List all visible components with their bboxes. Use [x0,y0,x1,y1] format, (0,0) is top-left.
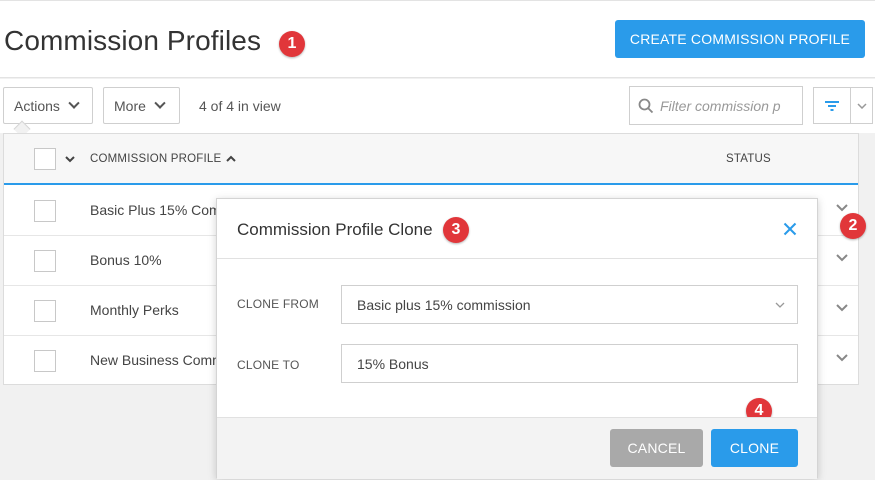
modal-header: Commission Profile Clone 3 [217,199,817,259]
clone-button[interactable]: CLONE [711,429,798,467]
search-input[interactable] [660,97,790,114]
cancel-button[interactable]: CANCEL [610,429,703,467]
row-checkbox[interactable] [34,250,56,272]
filter-button[interactable] [814,88,851,123]
profile-name: Monthly Perks [90,302,179,318]
modal-title: Commission Profile Clone [237,220,433,239]
chevron-down-icon[interactable] [836,354,848,362]
actions-label: Actions [14,97,60,114]
filter-button-group [813,87,873,124]
filter-options-toggle[interactable] [851,88,872,123]
clone-to-label: CLONE TO [237,358,300,372]
chevron-down-icon [68,97,80,109]
table-header: COMMISSION PROFILE STATUS [4,134,858,185]
modal-footer: CANCEL CLONE [217,417,817,479]
clone-modal: Commission Profile Clone 3 CLONE FROM Ba… [216,198,818,479]
search-box[interactable] [629,86,803,125]
close-icon[interactable] [783,222,797,236]
create-commission-profile-button[interactable]: CREATE COMMISSION PROFILE [615,20,865,58]
clone-to-value: 15% Bonus [357,355,429,372]
page-header: Commission Profiles 1 CREATE COMMISSION … [0,0,875,78]
filter-icon [825,100,839,111]
more-dropdown[interactable]: More [103,87,180,124]
chevron-down-icon [775,302,785,308]
clone-from-label: CLONE FROM [237,297,320,311]
profile-name: Bonus 10% [90,252,162,268]
chevron-down-icon[interactable] [836,254,848,262]
sort-ascending-icon[interactable] [226,155,236,162]
chevron-down-icon[interactable] [836,204,848,212]
clone-to-input[interactable]: 15% Bonus [341,344,798,383]
toolbar: Actions More 4 of 4 in view [0,79,875,133]
row-checkbox[interactable] [34,350,56,372]
more-label: More [114,97,146,114]
column-header-commission-profile[interactable]: COMMISSION PROFILE [90,153,221,165]
actions-dropdown[interactable]: Actions [3,87,93,124]
search-icon [638,98,654,113]
view-count: 4 of 4 in view [199,98,281,114]
chevron-down-icon [856,102,867,109]
select-all-checkbox[interactable] [34,148,56,170]
chevron-down-icon [154,97,166,109]
callout-badge-2: 2 [840,213,866,239]
chevron-down-icon[interactable] [836,304,848,312]
row-checkbox[interactable] [34,200,56,222]
clone-from-value: Basic plus 15% commission [357,296,531,313]
row-checkbox[interactable] [34,300,56,322]
select-options-chevron-icon[interactable] [65,156,75,163]
callout-badge-1: 1 [279,31,305,57]
callout-badge-3: 3 [443,217,469,243]
page-title: Commission Profiles [4,25,262,56]
clone-from-select[interactable]: Basic plus 15% commission [341,285,798,324]
column-header-status[interactable]: STATUS [726,153,771,165]
